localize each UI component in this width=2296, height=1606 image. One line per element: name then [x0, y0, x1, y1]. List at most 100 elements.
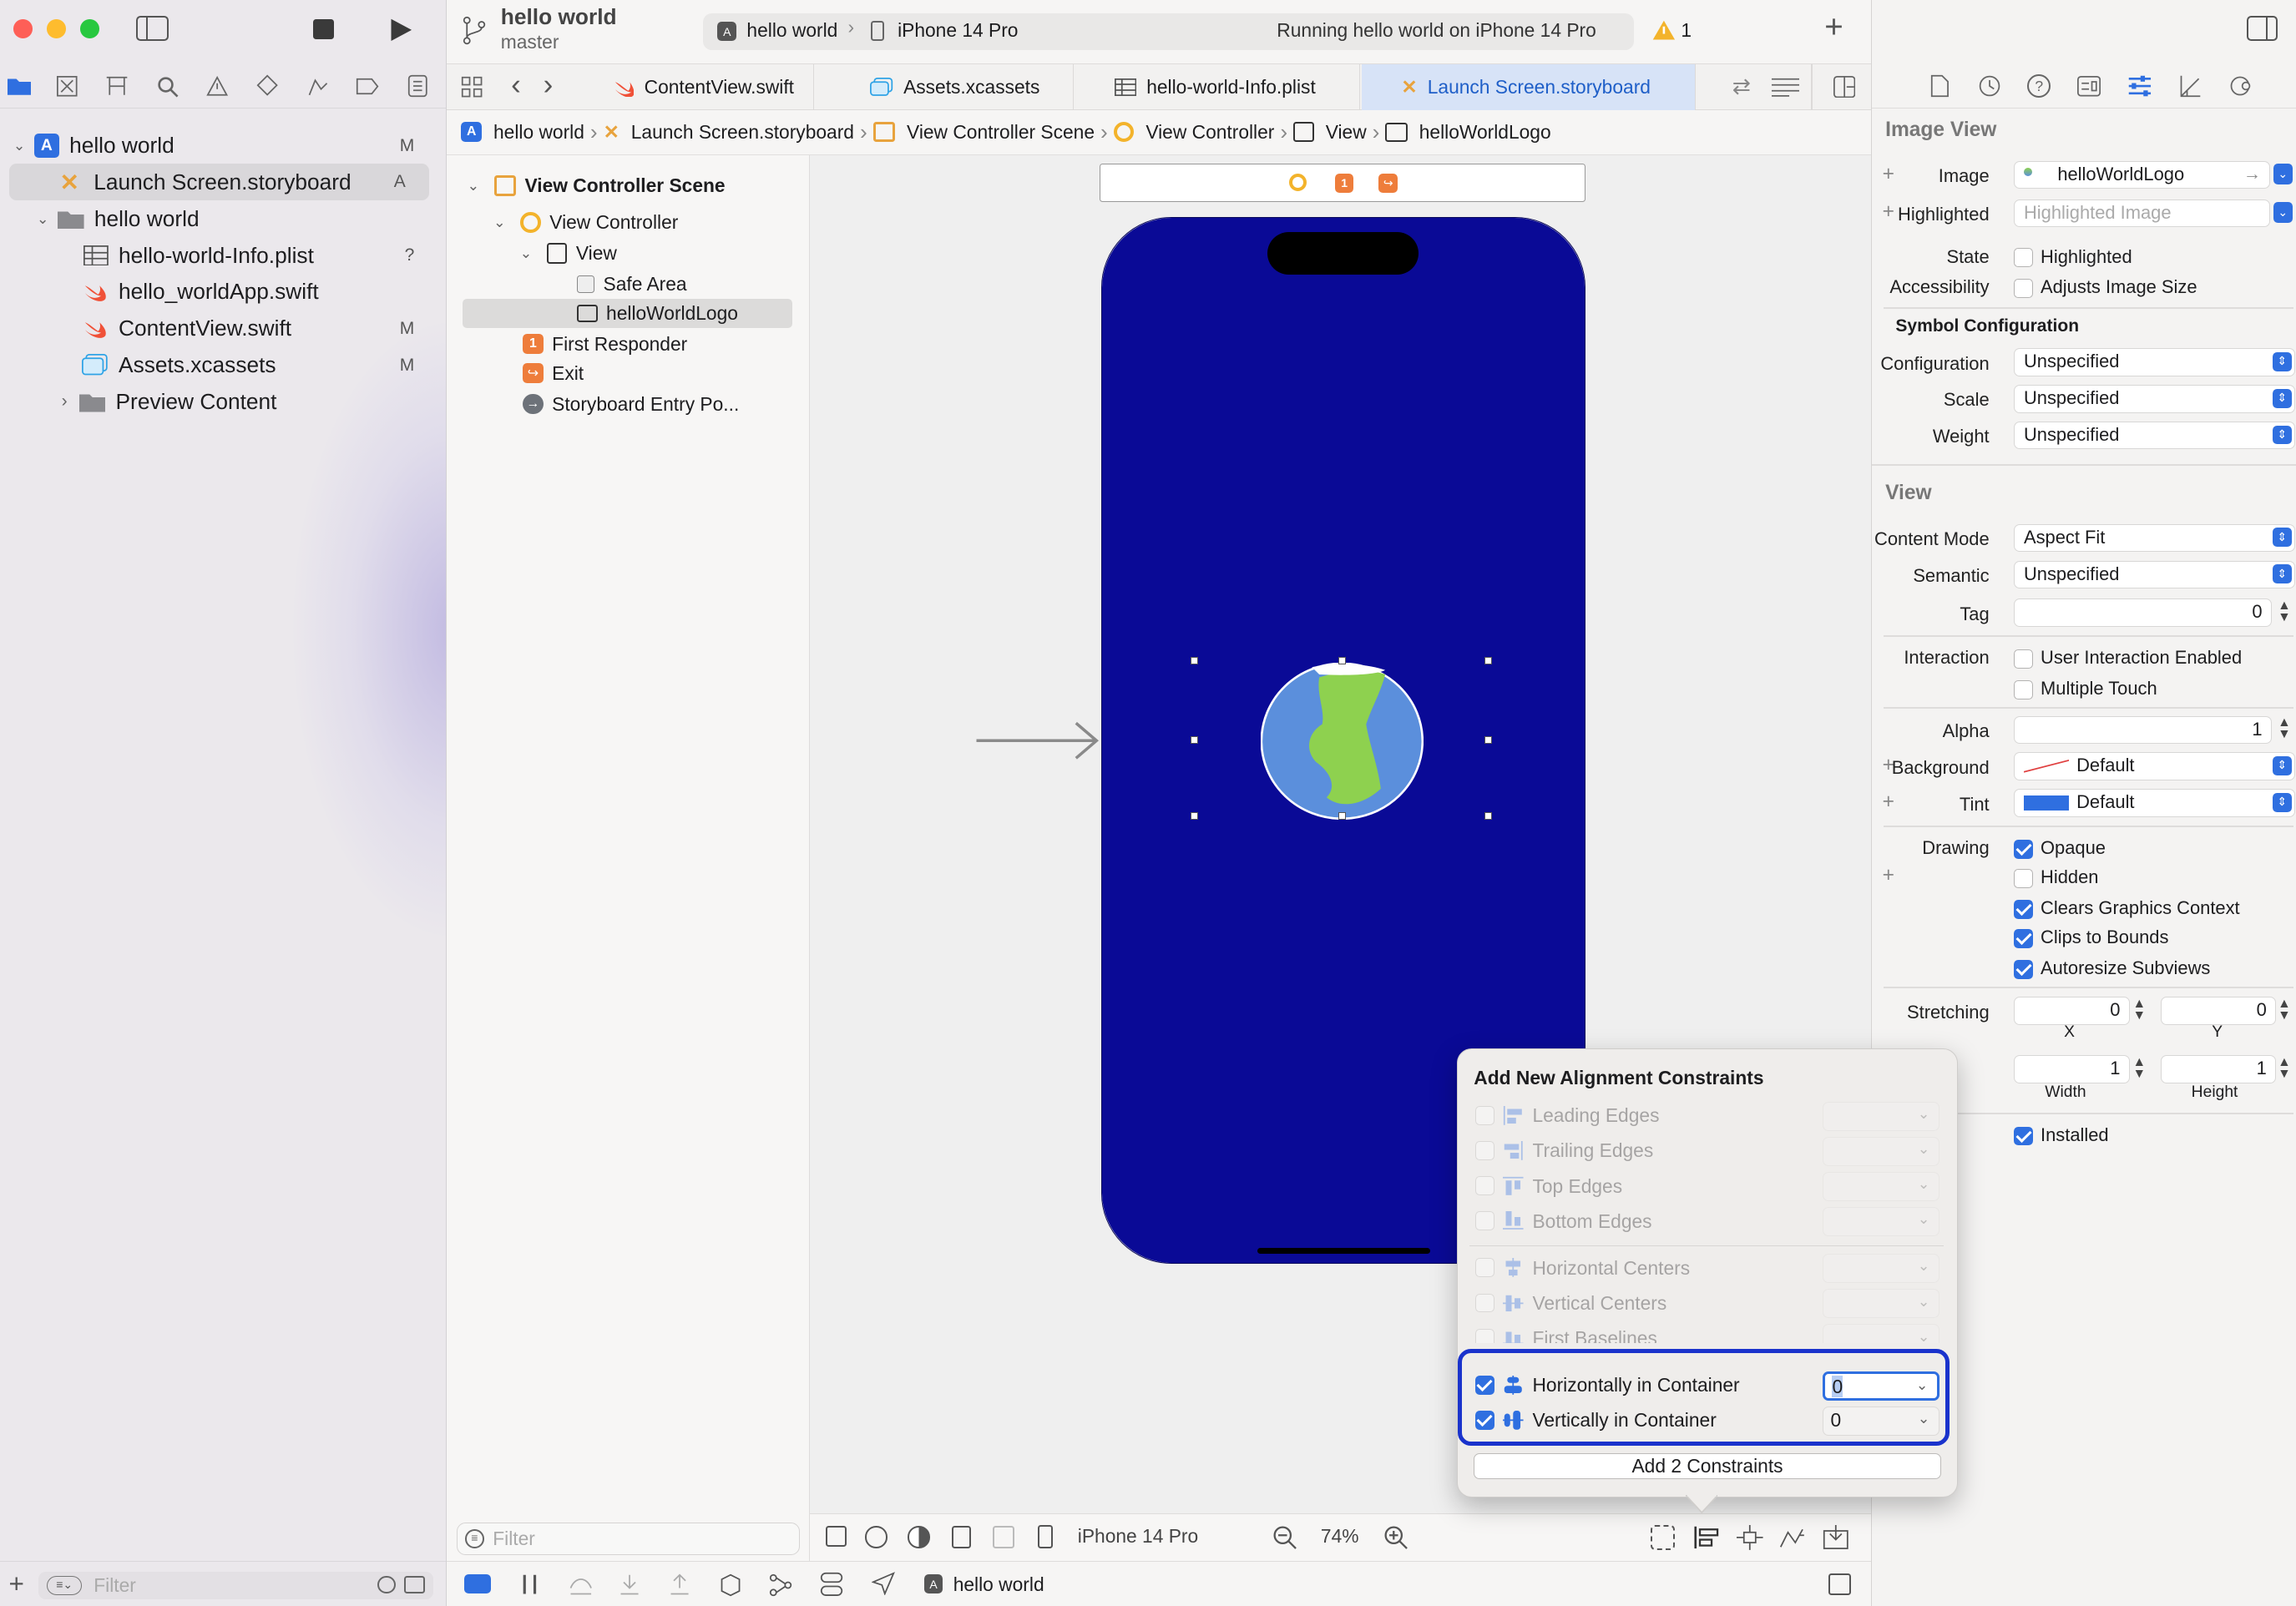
outline-row-safe-area[interactable]: Safe Area [576, 270, 687, 299]
stretch-width-field[interactable]: 1 [2014, 1055, 2130, 1083]
breadcrumb-view[interactable]: View [1326, 121, 1367, 144]
resize-handle[interactable] [1484, 736, 1493, 744]
exit-icon[interactable]: ↪ [1378, 173, 1398, 193]
close-window-button[interactable] [13, 18, 33, 38]
location-icon[interactable] [871, 1571, 895, 1595]
tree-row-launch-screen[interactable]: ✕ Launch Screen.storyboard A [8, 164, 429, 201]
leading-edges-field[interactable]: ⌄ [1822, 1101, 1939, 1131]
semantic-popup[interactable]: Unspecified ⇕ [2014, 560, 2296, 588]
horizontal-centers-checkbox[interactable] [1475, 1258, 1494, 1278]
resize-handle[interactable] [1484, 657, 1493, 665]
zoom-window-button[interactable] [80, 18, 100, 38]
breakpoint-icon[interactable] [356, 78, 379, 95]
inspector-toggle-icon[interactable] [2247, 16, 2278, 42]
grid-icon[interactable] [461, 76, 483, 98]
forward-icon[interactable]: › [544, 68, 554, 102]
scm-filter-icon[interactable] [404, 1576, 425, 1594]
process-name[interactable]: hello world [953, 1573, 1044, 1596]
hello-world-logo-image[interactable] [1261, 663, 1424, 821]
add-variation-icon[interactable]: + [1883, 163, 1894, 186]
bottom-edges-field[interactable]: ⌄ [1822, 1207, 1939, 1237]
stop-icon[interactable] [313, 18, 334, 40]
highlighted-checkbox[interactable] [2014, 246, 2034, 268]
stepper-icon[interactable]: ▲ ▼ [2278, 997, 2291, 1023]
add-variation-icon[interactable]: + [1883, 864, 1894, 887]
alpha-field[interactable]: 1 [2014, 715, 2273, 744]
file-inspector-icon[interactable] [1930, 74, 1950, 98]
tag-field[interactable]: 0 [2014, 598, 2273, 627]
stretch-height-field[interactable]: 1 [2160, 1055, 2277, 1083]
pause-icon[interactable] [520, 1573, 541, 1595]
memory-graph-icon[interactable] [769, 1573, 792, 1597]
opaque-checkbox[interactable] [2014, 837, 2034, 859]
tree-row-assets[interactable]: Assets.xcassets M [0, 347, 446, 384]
scheme-target[interactable]: hello world [746, 19, 837, 42]
view-hierarchy-icon[interactable] [719, 1573, 742, 1597]
split-view-icon[interactable] [993, 1526, 1015, 1548]
device-selector[interactable]: iPhone 14 Pro [1078, 1525, 1198, 1548]
horizontally-in-container-checkbox[interactable] [1475, 1375, 1494, 1395]
update-frames-icon[interactable] [1650, 1524, 1676, 1550]
add-library-icon[interactable]: + [1824, 9, 1843, 46]
tab-assets[interactable]: Assets.xcassets [814, 64, 1074, 110]
resize-handle[interactable] [1338, 657, 1346, 665]
stepper-icon[interactable]: ▲ ▼ [2133, 997, 2147, 1023]
tint-color-popup[interactable]: Default ⇕ [2014, 789, 2296, 817]
add-icon[interactable]: + [9, 1568, 24, 1599]
breadcrumb-project[interactable]: hello world [493, 121, 584, 144]
zoom-out-icon[interactable] [1272, 1525, 1297, 1550]
help-icon[interactable]: ? [2027, 74, 2051, 98]
top-edges-checkbox[interactable] [1475, 1176, 1494, 1196]
autoresize-checkbox[interactable] [2014, 957, 2034, 979]
breadcrumb-scene[interactable]: View Controller Scene [907, 121, 1095, 144]
add-editor-icon[interactable] [1833, 76, 1856, 98]
disclosure-icon[interactable]: ⌄ [493, 214, 506, 231]
trailing-edges-checkbox[interactable] [1475, 1141, 1494, 1160]
view-controller-icon[interactable] [1289, 173, 1307, 191]
debug-icon[interactable] [306, 76, 330, 98]
resize-handle[interactable] [1190, 736, 1198, 744]
user-interaction-checkbox[interactable] [2014, 647, 2034, 669]
vertical-centers-field[interactable]: ⌄ [1822, 1289, 1939, 1319]
related-items-icon[interactable]: ⇄ [1732, 73, 1751, 99]
disclosure-icon[interactable]: ⌄ [37, 210, 49, 228]
disclosure-icon[interactable]: ⌄ [467, 177, 479, 194]
vertically-in-container-field[interactable]: 0 ⌄ [1822, 1406, 1939, 1436]
tab-info-plist[interactable]: hello-world-Info.plist [1074, 64, 1361, 110]
entry-point-arrow-icon[interactable] [974, 719, 1102, 763]
vertical-centers-checkbox[interactable] [1475, 1293, 1494, 1313]
horizontally-in-container-field[interactable]: 0 ⌄ [1822, 1371, 1939, 1401]
add-constraints-icon[interactable] [1736, 1524, 1763, 1550]
resize-handle[interactable] [1190, 657, 1198, 665]
stretch-y-field[interactable]: 0 [2160, 997, 2277, 1025]
forward-arrow-icon[interactable]: → [2243, 162, 2261, 187]
multiple-touch-checkbox[interactable] [2014, 678, 2034, 699]
first-responder-icon[interactable]: 1 [1334, 173, 1354, 193]
connections-inspector-icon[interactable] [2228, 74, 2252, 98]
accessibility-icon[interactable] [865, 1526, 888, 1548]
zoom-in-icon[interactable] [1383, 1525, 1408, 1550]
breadcrumb-view-controller[interactable]: View Controller [1145, 121, 1274, 144]
first-baselines-checkbox[interactable] [1475, 1328, 1494, 1344]
clears-context-checkbox[interactable] [2014, 897, 2034, 919]
outline-row-entry-point[interactable]: → Storyboard Entry Po... [523, 389, 739, 418]
outline-row-view[interactable]: ⌄ View [520, 239, 617, 268]
outline-row-first-responder[interactable]: 1 First Responder [523, 330, 687, 359]
vertically-in-container-checkbox[interactable] [1475, 1410, 1494, 1430]
horizontal-centers-field[interactable]: ⌄ [1822, 1254, 1939, 1284]
issue-icon[interactable] [206, 76, 229, 97]
resize-handle[interactable] [1190, 812, 1198, 821]
resolve-issues-icon[interactable] [1779, 1525, 1806, 1550]
outline-row-view-controller[interactable]: ⌄ View Controller [493, 208, 678, 237]
orientation-icon[interactable] [951, 1526, 971, 1548]
disclosure-icon[interactable]: ⌄ [520, 245, 533, 262]
installed-checkbox[interactable] [2014, 1124, 2034, 1146]
step-into-icon[interactable] [618, 1573, 641, 1595]
scale-popup[interactable]: Unspecified ⇕ [2014, 385, 2296, 413]
environment-overrides-icon[interactable] [820, 1572, 843, 1597]
chevron-down-icon[interactable]: ⌄ [2273, 202, 2293, 223]
disclosure-icon[interactable]: › [62, 391, 68, 412]
tree-row-preview-content[interactable]: › Preview Content [0, 383, 446, 420]
tab-launch-screen[interactable]: ✕ Launch Screen.storyboard [1362, 64, 1696, 110]
tree-row-contentview[interactable]: ContentView.swift M [0, 311, 446, 347]
